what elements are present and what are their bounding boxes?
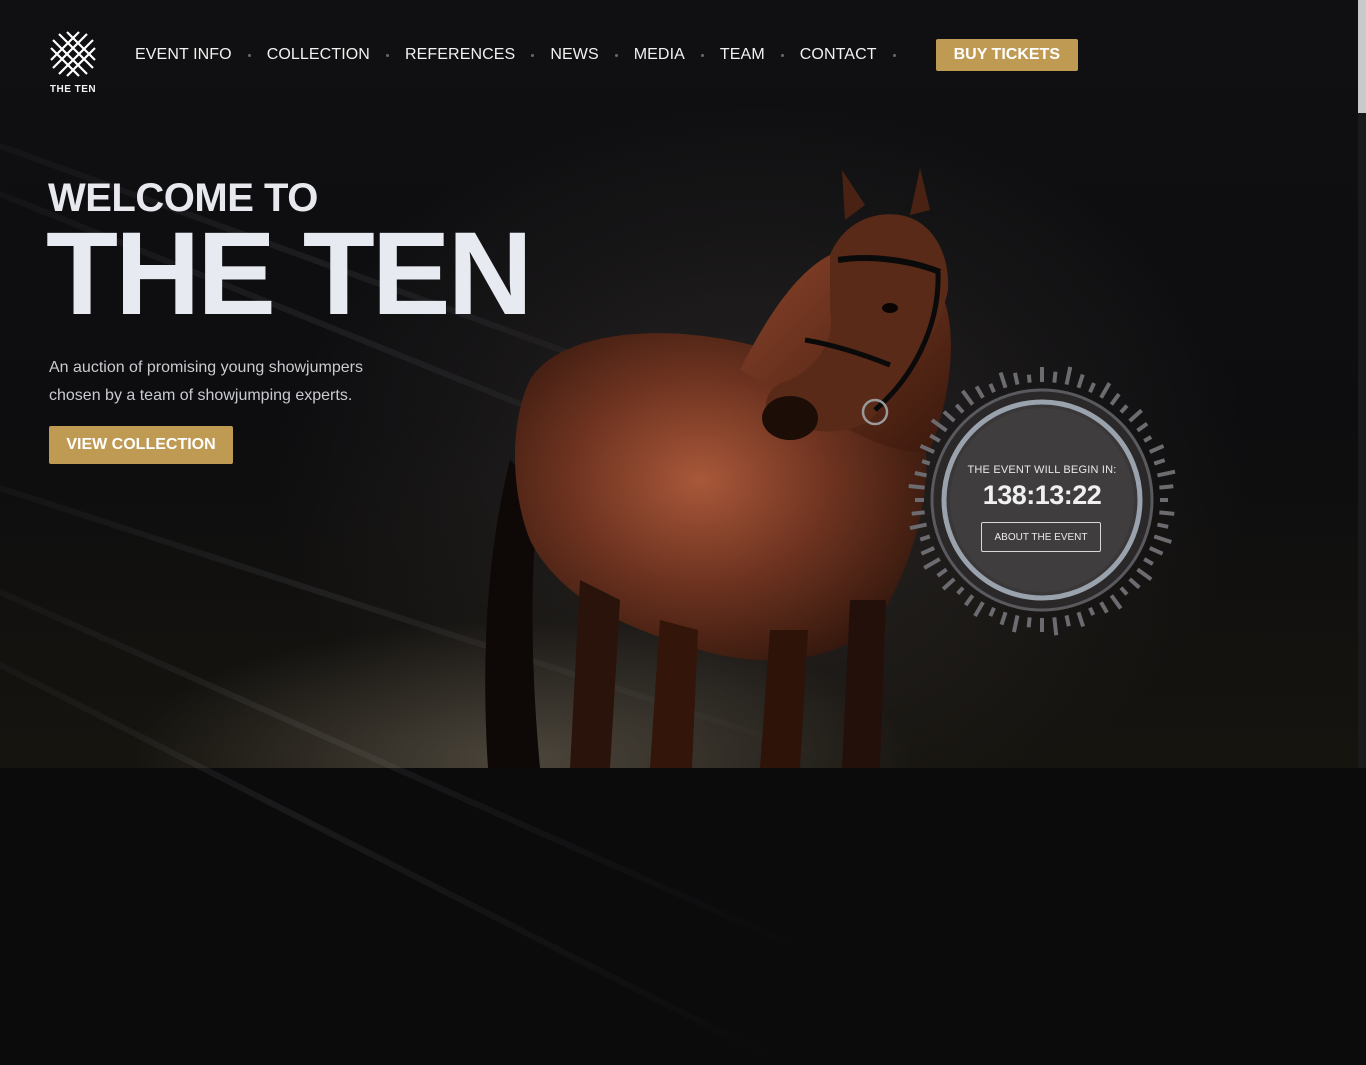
scrollbar-thumb[interactable] [1358,0,1366,113]
nav-item-event-info[interactable]: EVENT INFO [135,46,232,64]
nav-item-collection[interactable]: COLLECTION [267,46,370,64]
countdown-label: THE EVENT WILL BEGIN IN: [967,464,1117,476]
buy-tickets-button[interactable]: BUY TICKETS [935,39,1078,71]
nav-item-media[interactable]: MEDIA [634,46,685,64]
nav-separator [531,53,535,57]
crossed-lines-logo-icon [50,31,96,77]
nav-separator [700,53,704,57]
nav-separator [892,53,896,57]
brand-name: THE TEN [49,84,97,95]
nav-separator [247,53,251,57]
event-countdown: THE EVENT WILL BEGIN IN: 138:13:22 ABOUT… [906,364,1178,636]
nav-item-references[interactable]: REFERENCES [405,46,515,64]
nav-separator [385,53,389,57]
nav-separator [614,53,618,57]
nav-item-news[interactable]: NEWS [550,46,598,64]
nav-separator [780,53,784,57]
countdown-timer: 138:13:22 [982,480,1102,510]
main-nav: EVENT INFO COLLECTION REFERENCES NEWS ME… [135,39,1078,71]
about-event-button[interactable]: ABOUT THE EVENT [981,522,1101,552]
nav-item-contact[interactable]: CONTACT [800,46,877,64]
brand-logo[interactable]: THE TEN [48,30,98,95]
hero-subtitle: An auction of promising young showjumper… [49,359,363,404]
nav-item-team[interactable]: TEAM [720,46,765,64]
page-scrollbar[interactable] [1358,0,1366,768]
hero-title: THE TEN [46,208,533,340]
view-collection-button[interactable]: VIEW COLLECTION [49,426,233,464]
